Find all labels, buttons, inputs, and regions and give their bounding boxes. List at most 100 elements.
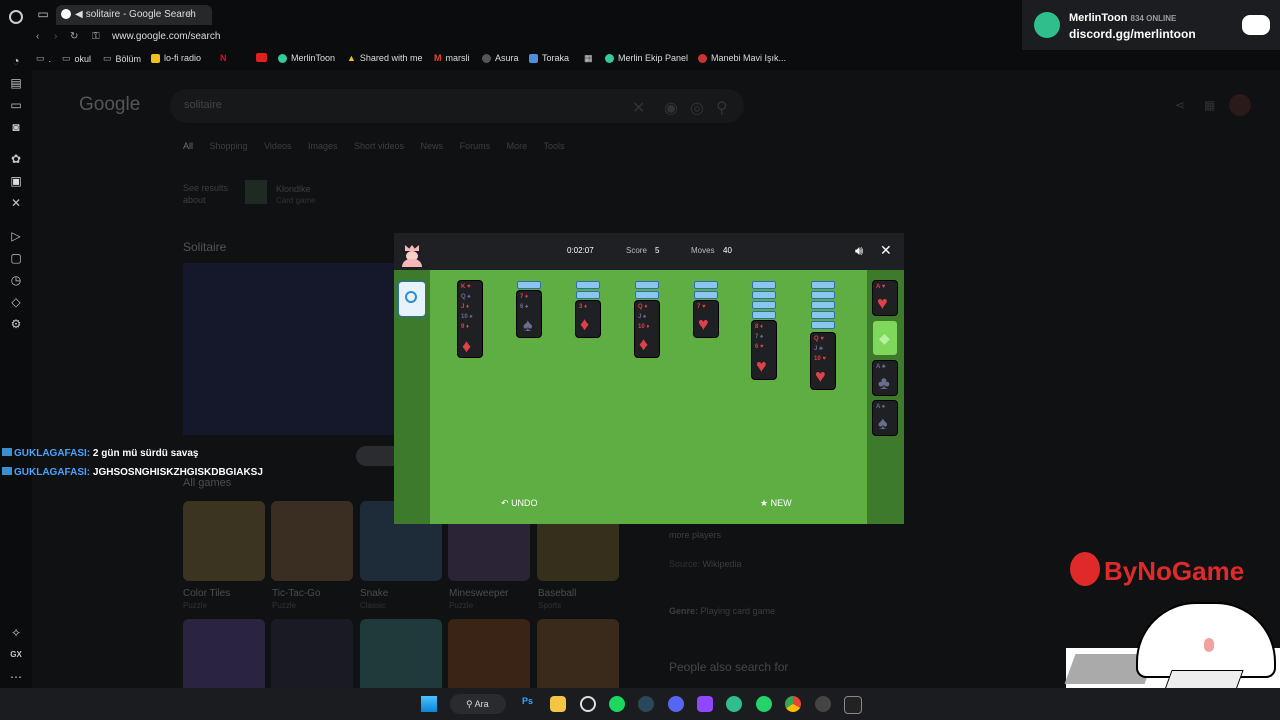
google-logo[interactable]: Google bbox=[79, 94, 140, 116]
sparkle-icon[interactable]: ✧ bbox=[9, 626, 23, 640]
search-icon[interactable]: ⚲ bbox=[716, 98, 728, 118]
url-field[interactable]: www.google.com/search bbox=[112, 31, 220, 42]
sound-icon[interactable]: 🔊︎ bbox=[855, 243, 863, 259]
card-face[interactable]: Q ♥ J ♣ 10 ♥ ♥ bbox=[811, 333, 835, 389]
discord-app-icon[interactable] bbox=[668, 696, 684, 712]
game-tile-10[interactable] bbox=[537, 619, 619, 688]
card-face[interactable]: 3 ♦ ♦ bbox=[576, 301, 600, 337]
filter-news[interactable]: News bbox=[421, 141, 444, 151]
game-name[interactable]: Baseball bbox=[538, 588, 576, 599]
windows-start-icon[interactable] bbox=[421, 696, 437, 712]
bookmark-shared[interactable]: ▲ Shared with me bbox=[347, 53, 422, 63]
clock-icon[interactable]: ◷ bbox=[9, 273, 23, 287]
stock-pile[interactable] bbox=[399, 282, 425, 316]
filter-all[interactable]: All bbox=[183, 141, 193, 151]
game-tile-6[interactable] bbox=[183, 619, 265, 688]
close-icon[interactable]: ✕ bbox=[880, 242, 892, 259]
filter-shopping[interactable]: Shopping bbox=[210, 141, 248, 151]
game-name[interactable]: Tic-Tac-Go bbox=[272, 588, 321, 599]
game-tile-9[interactable] bbox=[448, 619, 530, 688]
gx-label[interactable]: GX bbox=[9, 648, 23, 662]
foundation-hearts[interactable]: A ♥ ♥ bbox=[873, 281, 897, 315]
bookmark-marsli[interactable]: Mmarsli bbox=[434, 53, 470, 63]
opera-logo-icon[interactable] bbox=[9, 10, 23, 24]
share-icon[interactable]: ⋖ bbox=[1175, 98, 1185, 112]
filter-videos[interactable]: Videos bbox=[264, 141, 291, 151]
obs-icon[interactable] bbox=[815, 696, 831, 712]
opera-gx-icon[interactable] bbox=[580, 696, 596, 712]
chrome-icon[interactable] bbox=[785, 696, 801, 712]
new-tab-button[interactable]: + bbox=[186, 7, 193, 21]
game-name[interactable]: Color Tiles bbox=[183, 588, 230, 599]
whatsapp-icon[interactable] bbox=[756, 696, 772, 712]
filter-tools[interactable]: Tools bbox=[543, 141, 564, 151]
bag-icon[interactable]: ▤ bbox=[9, 76, 23, 90]
game-tile-color-tiles[interactable] bbox=[183, 501, 265, 581]
mic-icon[interactable]: ◉ bbox=[664, 98, 678, 118]
game-name[interactable]: Snake bbox=[360, 588, 388, 599]
card-face[interactable]: Q ♦ J ♠ 10 ♦ ♦ bbox=[635, 301, 659, 357]
taskbar-search[interactable]: ⚲ Ara bbox=[450, 694, 506, 714]
game-tile-pacman[interactable] bbox=[271, 619, 353, 688]
tableau-pile-1[interactable]: K ♥ Q ♠ J ♦ 10 ♠ 9 ♦ ♦ bbox=[458, 281, 482, 357]
bookmark-bolum[interactable]: ▭ Bölüm bbox=[103, 53, 141, 64]
back-icon[interactable]: ‹ bbox=[36, 31, 39, 42]
undo-button[interactable]: ↶ UNDO bbox=[501, 498, 538, 509]
game-tile-tic-tac-go[interactable] bbox=[271, 501, 353, 581]
game-tile-8[interactable] bbox=[360, 619, 442, 688]
filter-short-videos[interactable]: Short videos bbox=[354, 141, 404, 151]
new-game-button[interactable]: ★ NEW bbox=[760, 498, 792, 509]
card-face[interactable]: 7 ♦ 6 ♠ ♠ bbox=[517, 291, 541, 337]
cube-icon[interactable]: ◇ bbox=[9, 295, 23, 309]
app-icon-dark[interactable] bbox=[844, 696, 862, 714]
bookmark-merlintoon[interactable]: MerlinToon bbox=[278, 53, 335, 63]
card-face[interactable]: 7 ♥ ♥ bbox=[694, 301, 718, 337]
x-icon[interactable]: ✕ bbox=[9, 196, 23, 210]
solitaire-banner[interactable] bbox=[183, 263, 423, 435]
filter-images[interactable]: Images bbox=[308, 141, 338, 151]
card-face[interactable]: 8 ♦ 7 ♠ 6 ♥ ♥ bbox=[752, 321, 776, 379]
wallet-icon[interactable]: ▭ bbox=[9, 98, 23, 112]
photoshop-icon[interactable]: Ps bbox=[522, 696, 538, 712]
foundation-diamonds-empty[interactable]: ◆ bbox=[873, 321, 897, 355]
lens-icon[interactable]: ◎ bbox=[690, 98, 704, 118]
forward-icon[interactable]: › bbox=[54, 31, 57, 42]
twitch-app-icon[interactable] bbox=[697, 696, 713, 712]
chatgpt-icon[interactable]: ✿ bbox=[9, 152, 23, 166]
bookmark-grid-icon[interactable]: ▦ bbox=[584, 53, 593, 64]
bookmark-netflix-icon[interactable]: N bbox=[220, 53, 227, 63]
twitch-icon[interactable]: ▣ bbox=[9, 174, 23, 188]
filter-forums[interactable]: Forums bbox=[460, 141, 491, 151]
bookmark-okul[interactable]: ▭ okul bbox=[62, 53, 91, 64]
bookmark-lofi[interactable]: lo-fi radio bbox=[151, 53, 201, 63]
avatar[interactable] bbox=[1229, 94, 1251, 116]
clear-icon[interactable]: ✕ bbox=[632, 98, 645, 118]
play-icon[interactable]: ▷ bbox=[9, 229, 23, 243]
more-icon[interactable]: ⋯ bbox=[9, 670, 23, 684]
bookmark-manebi[interactable]: Manebi Mavi Işık... bbox=[698, 53, 786, 63]
speed-dial-icon[interactable]: ◔ bbox=[9, 54, 23, 68]
steam-icon[interactable] bbox=[638, 696, 654, 712]
foundation-spades[interactable]: A ♠ ♠ bbox=[873, 401, 897, 435]
filter-more[interactable]: More bbox=[507, 141, 528, 151]
bookmark-asura[interactable]: Asura bbox=[482, 53, 519, 63]
bookmark-ekip-panel[interactable]: Merlin Ekip Panel bbox=[605, 53, 688, 63]
box-icon[interactable]: ▢ bbox=[9, 251, 23, 265]
foundation-clubs[interactable]: A ♣ ♣ bbox=[873, 361, 897, 395]
game-name[interactable]: Minesweeper bbox=[449, 588, 508, 599]
kp-more-players: more players bbox=[669, 530, 722, 540]
reload-icon[interactable]: ↻ bbox=[70, 31, 78, 42]
spotify-icon[interactable] bbox=[609, 696, 625, 712]
app-icon-teal[interactable] bbox=[726, 696, 742, 712]
gamepad-icon[interactable]: ◙ bbox=[9, 120, 23, 134]
tab-list-icon[interactable]: ▭ bbox=[36, 7, 50, 21]
bookmark-0[interactable]: ▭. bbox=[36, 53, 51, 64]
search-box[interactable]: solitaire ✕ ◉ ◎ ⚲ bbox=[170, 89, 744, 123]
klondike-title[interactable]: Klondike bbox=[276, 184, 311, 194]
bookmark-youtube-icon[interactable] bbox=[256, 53, 267, 62]
settings-icon[interactable]: ⚙ bbox=[9, 317, 23, 331]
bookmark-toraka[interactable]: Toraka bbox=[529, 53, 569, 63]
file-explorer-icon[interactable] bbox=[550, 696, 566, 712]
apps-icon[interactable]: ▦ bbox=[1204, 98, 1215, 112]
klondike-thumb[interactable] bbox=[245, 180, 267, 204]
